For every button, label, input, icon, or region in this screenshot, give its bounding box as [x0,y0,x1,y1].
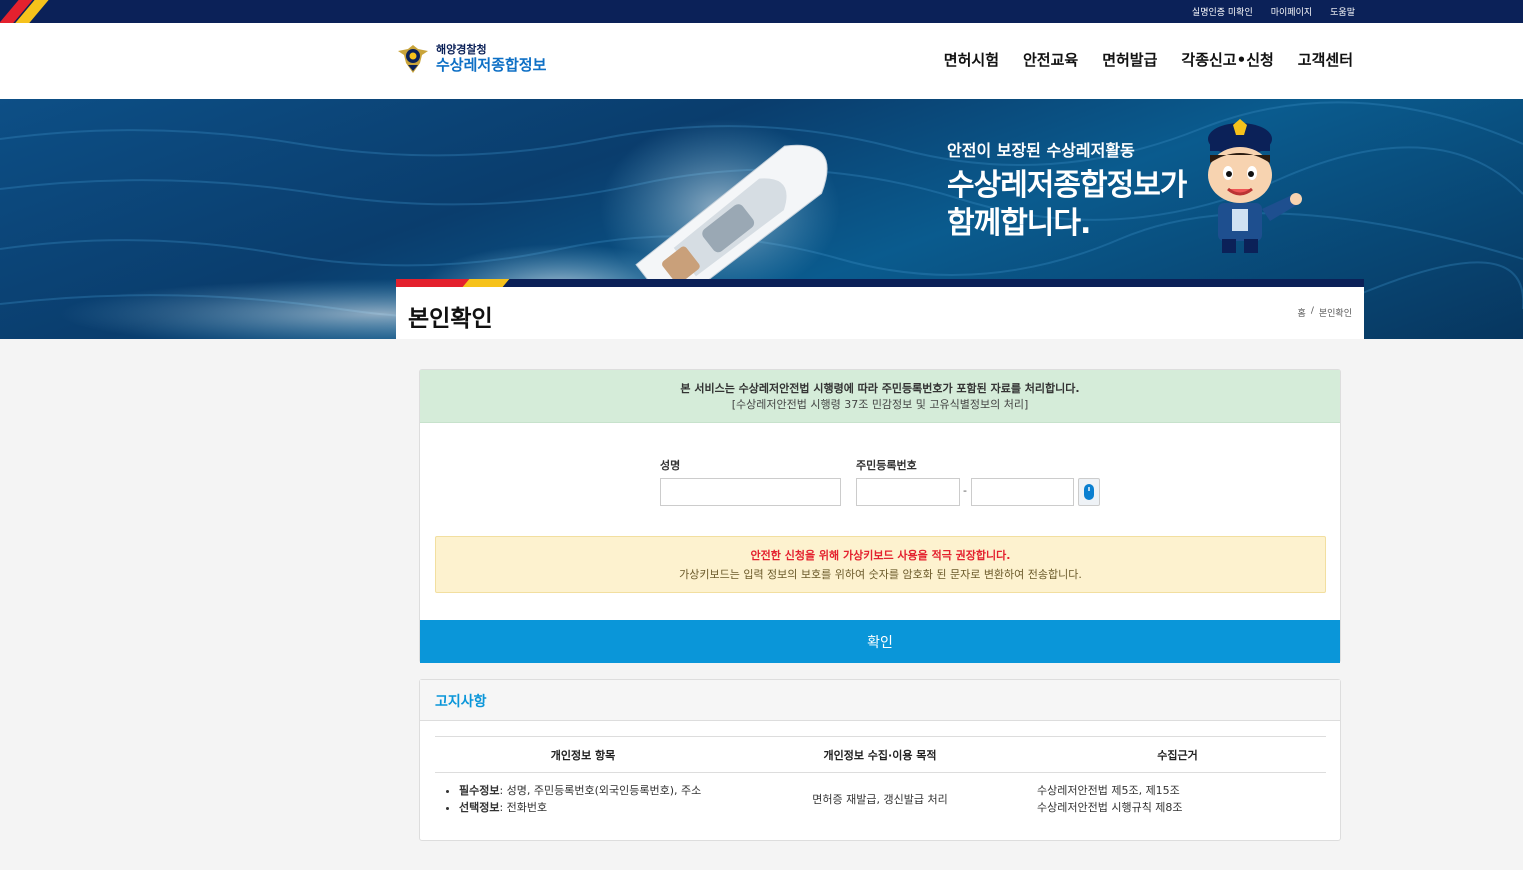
rrn-back-input[interactable] [971,478,1074,506]
virtual-keyboard-notice: 안전한 신청을 위해 가상키보드 사용을 적극 권장합니다. 가상키보드는 입력… [435,536,1326,593]
cell-basis: 수상레저안전법 제5조, 제15조 수상레저안전법 시행규칙 제8조 [1029,782,1326,816]
breadcrumb-home[interactable]: 홈 [1298,306,1306,319]
name-input[interactable] [660,478,841,506]
table-header-row: 개인정보 항목 개인정보 수집·이용 목적 수집근거 [435,736,1326,773]
privacy-table: 개인정보 항목 개인정보 수집·이용 목적 수집근거 필수정보: 성명, 주민등… [435,736,1326,825]
basis-line2: 수상레저안전법 시행규칙 제8조 [1037,801,1183,814]
site-header: 해양경찰청 수상레저종합정보 면허시험 안전교육 면허발급 각종신고•신청 고객… [0,23,1523,99]
site-logo[interactable]: 해양경찰청 수상레저종합정보 [396,41,546,75]
breadcrumb: 홈 / 본인확인 [1298,306,1352,319]
main-nav: 면허시험 안전교육 면허발급 각종신고•신청 고객센터 [944,49,1353,70]
confirm-button[interactable]: 확인 [420,620,1340,663]
brand-stripes [0,0,60,23]
identity-verification-panel: 본 서비스는 수상레저안전법 시행령에 따라 주민등록번호가 포함된 자료를 처… [419,369,1341,663]
vkb-notice-line1: 안전한 신청을 위해 가상키보드 사용을 적극 권장합니다. [750,549,1011,562]
cell-items: 필수정보: 성명, 주민등록번호(외국인등록번호), 주소 선택정보: 전화번호 [435,782,731,816]
link-mypage[interactable]: 마이페이지 [1271,5,1312,18]
vkb-notice-line2: 가상키보드는 입력 정보의 보호를 위하여 숫자를 암호화 된 문자로 변환하여… [679,568,1082,581]
header-basis: 수집근거 [1157,748,1198,762]
nav-safety-education[interactable]: 안전교육 [1023,49,1078,70]
mouse-icon [1084,484,1094,500]
rrn-processing-notice: 본 서비스는 수상레저안전법 시행령에 따라 주민등록번호가 포함된 자료를 처… [420,370,1340,423]
cell-purpose: 면허증 재발급, 갱신발급 처리 [812,793,948,806]
nav-customer-center[interactable]: 고객센터 [1298,49,1353,70]
coast-guard-emblem-icon [398,45,428,73]
police-mascot-icon [1208,119,1302,253]
title-accent-bar [396,279,1364,287]
link-realname-status[interactable]: 실명인증 미확인 [1192,5,1253,18]
basis-line1: 수상레저안전법 제5조, 제15조 [1037,784,1180,797]
name-label: 성명 [660,459,681,472]
notice-section-title: 고지사항 [420,680,1340,721]
nav-license-issue[interactable]: 면허발급 [1102,49,1157,70]
page-title: 본인확인 [408,306,493,332]
virtual-keyboard-button[interactable] [1078,478,1100,506]
rrn-notice-line2: [수상레저안전법 시행령 37조 민감정보 및 고유식별정보의 처리] [731,398,1029,411]
hero-title-line1: 수상레저종합정보가 [947,168,1187,203]
page-title-box: 본인확인 홈 / 본인확인 [396,279,1364,339]
header-purpose: 개인정보 수집·이용 목적 [823,748,937,762]
rrn-notice-line1: 본 서비스는 수상레저안전법 시행령에 따라 주민등록번호가 포함된 자료를 처… [680,382,1080,395]
utility-links: 실명인증 미확인 마이페이지 도움말 [1192,0,1355,23]
nav-reports-applications[interactable]: 각종신고•신청 [1181,49,1273,70]
link-help[interactable]: 도움말 [1330,5,1355,18]
rrn-dash: - [963,484,967,497]
rrn-label: 주민등록번호 [856,459,917,472]
breadcrumb-current: 본인확인 [1318,309,1352,319]
logo-agency: 해양경찰청 [436,42,487,56]
breadcrumb-separator: / [1310,306,1314,316]
logo-service: 수상레저종합정보 [436,55,547,74]
required-info-item: 필수정보: 성명, 주민등록번호(외국인등록번호), 주소 [459,782,731,799]
top-utility-bar: 실명인증 미확인 마이페이지 도움말 [0,0,1523,23]
optional-info-item: 선택정보: 전화번호 [459,799,731,816]
rrn-front-input[interactable] [856,478,960,506]
table-row: 필수정보: 성명, 주민등록번호(외국인등록번호), 주소 선택정보: 전화번호… [435,773,1326,825]
nav-license-exam[interactable]: 면허시험 [944,49,999,70]
hero-subtitle: 안전이 보장된 수상레저활동 [947,141,1135,160]
hero-copy: 안전이 보장된 수상레저활동 수상레저종합정보가 함께합니다. [947,137,1187,243]
header-items: 개인정보 항목 [550,748,616,762]
privacy-notice-section: 고지사항 개인정보 항목 개인정보 수집·이용 목적 수집근거 필수정보: 성명… [419,679,1341,841]
hero-title-line2: 함께합니다. [947,206,1091,241]
